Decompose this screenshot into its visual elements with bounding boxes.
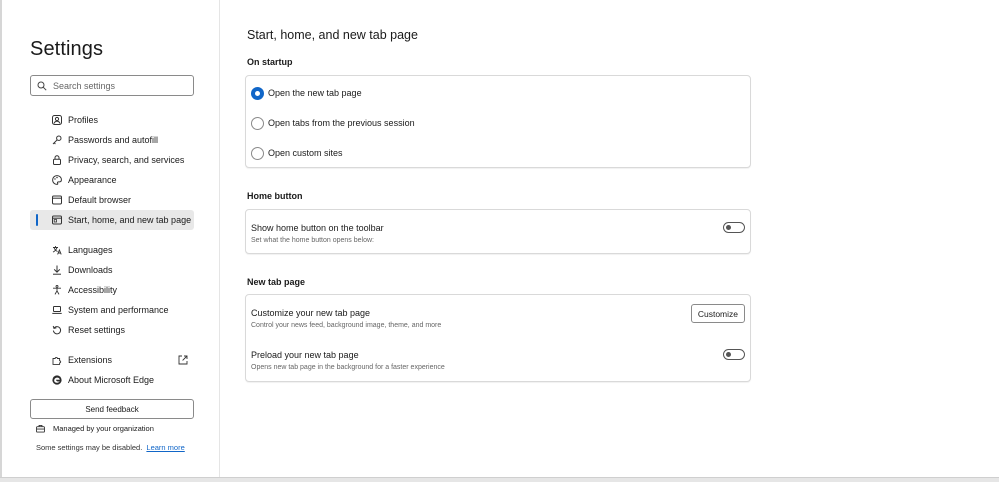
sidebar-item-label: Start, home, and new tab page [68, 215, 192, 225]
language-icon [52, 245, 62, 255]
extensions-icon [52, 355, 62, 365]
page-title: Start, home, and new tab page [247, 28, 418, 42]
sidebar-item-label: System and performance [68, 305, 169, 315]
window-bottom-edge [0, 477, 999, 482]
sidebar-item-appearance[interactable]: Appearance [30, 170, 194, 190]
sidebar-item-start-home-new-tab[interactable]: Start, home, and new tab page [30, 210, 194, 230]
section-title-on-startup: On startup [247, 57, 293, 67]
reset-icon [52, 325, 62, 335]
download-icon [52, 265, 62, 275]
edge-logo-icon [52, 375, 62, 385]
sidebar-item-label: Downloads [68, 265, 113, 275]
external-link-icon[interactable] [178, 355, 188, 365]
on-startup-card: Open the new tab page Open tabs from the… [245, 75, 751, 168]
setting-title: Customize your new tab page [251, 308, 371, 318]
sidebar-item-downloads[interactable]: Downloads [30, 260, 194, 280]
sidebar-item-profiles[interactable]: Profiles [30, 110, 194, 130]
sidebar-item-extensions[interactable]: Extensions [30, 350, 194, 370]
settings-window: Settings Profiles Passwords and autofill… [0, 0, 999, 480]
startup-option-previous-session[interactable]: Open tabs from the previous session [246, 108, 750, 138]
startup-option-label: Open the new tab page [268, 88, 362, 98]
send-feedback-button[interactable]: Send feedback [30, 399, 194, 419]
sidebar-item-label: Privacy, search, and services [68, 155, 185, 165]
accessibility-icon [52, 285, 62, 295]
sidebar-item-label: Profiles [68, 115, 99, 125]
sidebar-item-default-browser[interactable]: Default browser [30, 190, 194, 210]
new-tab-page-card: Customize your new tab page Control your… [245, 294, 751, 382]
main-content: Start, home, and new tab page On startup… [245, 0, 765, 477]
search-icon [37, 81, 47, 91]
lock-icon [52, 155, 62, 165]
palette-icon [52, 175, 62, 185]
preload-new-tab-setting: Preload your new tab page Opens new tab … [246, 337, 750, 381]
sidebar-item-passwords[interactable]: Passwords and autofill [30, 130, 194, 150]
laptop-icon [52, 305, 62, 315]
radio-button-selected[interactable] [251, 87, 264, 100]
startup-option-new-tab[interactable]: Open the new tab page [246, 78, 750, 108]
browser-icon [52, 195, 62, 205]
section-title-home-button: Home button [247, 191, 303, 201]
startup-option-label: Open tabs from the previous session [268, 118, 415, 128]
sidebar-item-label: Passwords and autofill [68, 135, 159, 145]
sidebar-item-label: Accessibility [68, 285, 118, 295]
sidebar-item-system-performance[interactable]: System and performance [30, 300, 194, 320]
setting-title: Preload your new tab page [251, 350, 359, 360]
section-title-new-tab-page: New tab page [247, 277, 306, 287]
radio-button[interactable] [251, 117, 264, 130]
start-page-icon [52, 215, 62, 225]
setting-title: Show home button on the toolbar [251, 223, 384, 233]
setting-description: Set what the home button opens below: [251, 237, 374, 244]
search-box[interactable] [30, 75, 194, 96]
sidebar-item-label: Reset settings [68, 325, 126, 335]
managed-by-organization: Managed by your organization [36, 424, 154, 433]
sidebar: Settings Profiles Passwords and autofill… [4, 0, 220, 477]
key-icon [52, 135, 62, 145]
sidebar-item-label: Appearance [68, 175, 117, 185]
customize-new-tab-setting: Customize your new tab page Control your… [246, 295, 750, 337]
sidebar-item-about-edge[interactable]: About Microsoft Edge [30, 370, 194, 390]
setting-description: Opens new tab page in the background for… [251, 364, 445, 371]
learn-more-link[interactable]: Learn more [146, 443, 184, 452]
sidebar-nav: Profiles Passwords and autofill Privacy,… [30, 110, 194, 390]
show-home-button-setting: Show home button on the toolbar Set what… [246, 210, 750, 244]
radio-button[interactable] [251, 147, 264, 160]
sidebar-item-reset-settings[interactable]: Reset settings [30, 320, 194, 340]
preload-toggle[interactable] [723, 349, 745, 360]
startup-option-custom-sites[interactable]: Open custom sites [246, 138, 750, 168]
managed-label: Managed by your organization [53, 424, 154, 433]
sidebar-item-privacy[interactable]: Privacy, search, and services [30, 150, 194, 170]
disabled-note-text: Some settings may be disabled. [36, 443, 143, 452]
sidebar-item-languages[interactable]: Languages [30, 240, 194, 260]
sidebar-item-label: About Microsoft Edge [68, 375, 155, 385]
startup-option-label: Open custom sites [268, 148, 343, 158]
setting-description: Control your news feed, background image… [251, 322, 442, 329]
sidebar-item-label: Extensions [68, 355, 113, 365]
search-input[interactable] [53, 80, 193, 91]
sidebar-item-accessibility[interactable]: Accessibility [30, 280, 194, 300]
disabled-settings-note: Some settings may be disabled. Learn mor… [36, 443, 185, 452]
customize-button[interactable]: Customize [690, 304, 745, 323]
settings-title: Settings [30, 38, 104, 60]
sidebar-item-label: Languages [68, 245, 113, 255]
briefcase-icon [36, 424, 45, 433]
sidebar-item-label: Default browser [68, 195, 132, 205]
home-button-toggle[interactable] [723, 222, 745, 233]
profile-icon [52, 115, 62, 125]
home-button-card: Show home button on the toolbar Set what… [245, 209, 751, 254]
